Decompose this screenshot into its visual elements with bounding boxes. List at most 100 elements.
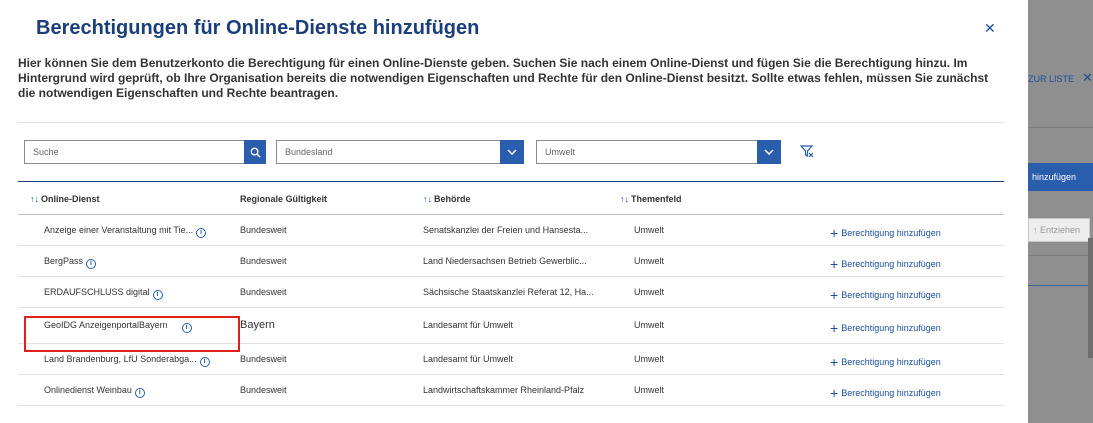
service-name: Land Brandenburg, LfU Sonderabga... i	[44, 354, 210, 367]
header-validity: Regionale Gültigkeit	[240, 194, 328, 204]
service-name-text: Land Brandenburg, LfU Sonderabga...	[44, 354, 197, 364]
add-permission-button[interactable]: + Berechtigung hinzufügen	[830, 320, 941, 336]
info-icon[interactable]: i	[181, 323, 192, 333]
service-name: GeoIDG AnzeigenportalBayern i	[44, 320, 192, 333]
validity: Bundesweit	[240, 287, 287, 297]
header-authority-label: Behörde	[434, 194, 471, 204]
plus-icon: +	[830, 256, 839, 272]
add-permission-button[interactable]: + Berechtigung hinzufügen	[830, 354, 941, 370]
background-overlay: ZUR LISTE ✕ hinzufügen ↑ Entziehen	[1028, 0, 1093, 423]
authority: Sächsische Staatskanzlei Referat 12, Ha.…	[423, 287, 594, 297]
plus-icon: +	[830, 287, 839, 303]
service-name-text: Onlinedienst Weinbau	[44, 385, 132, 395]
service-name-text: GeoIDG AnzeigenportalBayern	[44, 320, 168, 330]
authority: Landesamt für Umwelt	[423, 354, 514, 364]
validity: Bundesweit	[240, 385, 287, 395]
add-permission-label: Berechtigung hinzufügen	[841, 290, 941, 300]
divider	[1028, 285, 1093, 286]
topic: Umwelt	[634, 225, 665, 235]
service-name-text: Anzeige einer Veranstaltung mit Tie...	[44, 225, 194, 235]
search-input[interactable]: Suche	[24, 140, 244, 164]
close-icon[interactable]: ✕	[984, 20, 996, 37]
add-permission-button[interactable]: + Berechtigung hinzufügen	[830, 385, 941, 401]
info-icon[interactable]: i	[152, 290, 163, 300]
plus-icon: +	[830, 320, 839, 336]
table-row: Anzeige einer Veranstaltung mit Tie... i …	[18, 215, 1004, 246]
table-row: GeoIDG AnzeigenportalBayern i Bayern Land…	[18, 308, 1004, 344]
sort-icon: ↑↓	[423, 194, 432, 204]
authority: Senatskanzlei der Freien und Hansesta...	[423, 225, 589, 235]
header-service[interactable]: ↑↓ Online-Dienst	[30, 194, 100, 204]
add-permission-label: Berechtigung hinzufügen	[841, 357, 941, 367]
validity: Bundesweit	[240, 225, 287, 235]
header-topic[interactable]: ↑↓ Themenfeld	[620, 194, 682, 204]
plus-icon: +	[830, 354, 839, 370]
service-name-text: BergPass	[44, 256, 84, 266]
dialog-title: Berechtigungen für Online-Dienste hinzuf…	[36, 17, 480, 39]
topic-select[interactable]: Umwelt	[536, 140, 781, 164]
state-select[interactable]: Bundesland	[276, 140, 524, 164]
sort-icon: ↑↓	[30, 194, 39, 204]
back-to-list-link[interactable]: ZUR LISTE	[1028, 74, 1074, 84]
topic: Umwelt	[634, 385, 665, 395]
service-name: Anzeige einer Veranstaltung mit Tie... i	[44, 225, 207, 238]
topic: Umwelt	[634, 287, 665, 297]
add-permission-label: Berechtigung hinzufügen	[841, 323, 941, 333]
table-row: Onlinedienst Weinbau i Bundesweit Landwir…	[18, 375, 1004, 406]
validity: Bundesweit	[240, 256, 287, 266]
divider	[18, 122, 1004, 123]
plus-icon: +	[830, 225, 839, 241]
background-add-button[interactable]: hinzufügen	[1028, 163, 1093, 191]
topic: Umwelt	[634, 320, 665, 330]
authority: Landesamt für Umwelt	[423, 320, 514, 330]
table-row: BergPass i Bundesweit Land Niedersachsen …	[18, 246, 1004, 277]
search-icon	[250, 147, 261, 158]
info-icon[interactable]: i	[196, 228, 207, 238]
background-scrollbar[interactable]	[1088, 238, 1093, 358]
add-permission-button[interactable]: + Berechtigung hinzufügen	[830, 287, 941, 303]
service-name: ERDAUFSCHLUSS digital i	[44, 287, 163, 300]
add-permission-label: Berechtigung hinzufügen	[841, 228, 941, 238]
background-remove-label: Entziehen	[1040, 225, 1081, 235]
divider	[1028, 255, 1093, 256]
chevron-down-icon	[764, 149, 774, 155]
topic: Umwelt	[634, 354, 665, 364]
table-row: Land Brandenburg, LfU Sonderabga... i Bun…	[18, 344, 1004, 375]
info-icon[interactable]: i	[199, 357, 210, 367]
service-name: BergPass i	[44, 256, 97, 269]
header-topic-label: Themenfeld	[631, 194, 682, 204]
filter-reset-icon	[799, 145, 814, 158]
table-header: ↑↓ Online-Dienst Regionale Gültigkeit ↑↓ B…	[18, 181, 1004, 215]
info-icon[interactable]: i	[86, 259, 97, 269]
services-table: ↑↓ Online-Dienst Regionale Gültigkeit ↑↓ B…	[18, 181, 1004, 406]
reset-filter-button[interactable]	[799, 144, 814, 163]
service-name-text: ERDAUFSCHLUSS digital	[44, 287, 150, 297]
header-authority[interactable]: ↑↓ Behörde	[423, 194, 471, 204]
table-row: ERDAUFSCHLUSS digital i Bundesweit Sächsi…	[18, 277, 1004, 308]
service-name: Onlinedienst Weinbau i	[44, 385, 145, 398]
add-permission-button[interactable]: + Berechtigung hinzufügen	[830, 256, 941, 272]
topic: Umwelt	[634, 256, 665, 266]
sort-icon: ↑↓	[620, 194, 629, 204]
plus-icon: +	[830, 385, 839, 401]
divider	[1028, 127, 1093, 128]
background-remove-button[interactable]: ↑ Entziehen	[1028, 218, 1090, 242]
topic-select-value: Umwelt	[545, 147, 576, 157]
info-icon[interactable]: i	[134, 388, 145, 398]
search-button[interactable]	[244, 140, 266, 164]
add-permission-button[interactable]: + Berechtigung hinzufügen	[830, 225, 941, 241]
validity: Bayern	[240, 319, 275, 331]
dialog-description: Hier können Sie dem Benutzerkonto die Be…	[18, 56, 989, 100]
add-permission-label: Berechtigung hinzufügen	[841, 388, 941, 398]
validity: Bundesweit	[240, 354, 287, 364]
state-select-value: Bundesland	[285, 147, 333, 157]
authority: Landwirtschaftskammer Rheinland-Pfalz	[423, 385, 585, 395]
background-close-icon[interactable]: ✕	[1082, 70, 1093, 86]
authority: Land Niedersachsen Betrieb Gewerblic...	[423, 256, 587, 266]
add-permission-label: Berechtigung hinzufügen	[841, 259, 941, 269]
state-select-arrow[interactable]	[500, 140, 524, 164]
add-permissions-dialog: Berechtigungen für Online-Dienste hinzuf…	[0, 0, 1028, 423]
header-service-label: Online-Dienst	[41, 194, 100, 204]
chevron-down-icon	[507, 149, 517, 155]
topic-select-arrow[interactable]	[757, 140, 781, 164]
